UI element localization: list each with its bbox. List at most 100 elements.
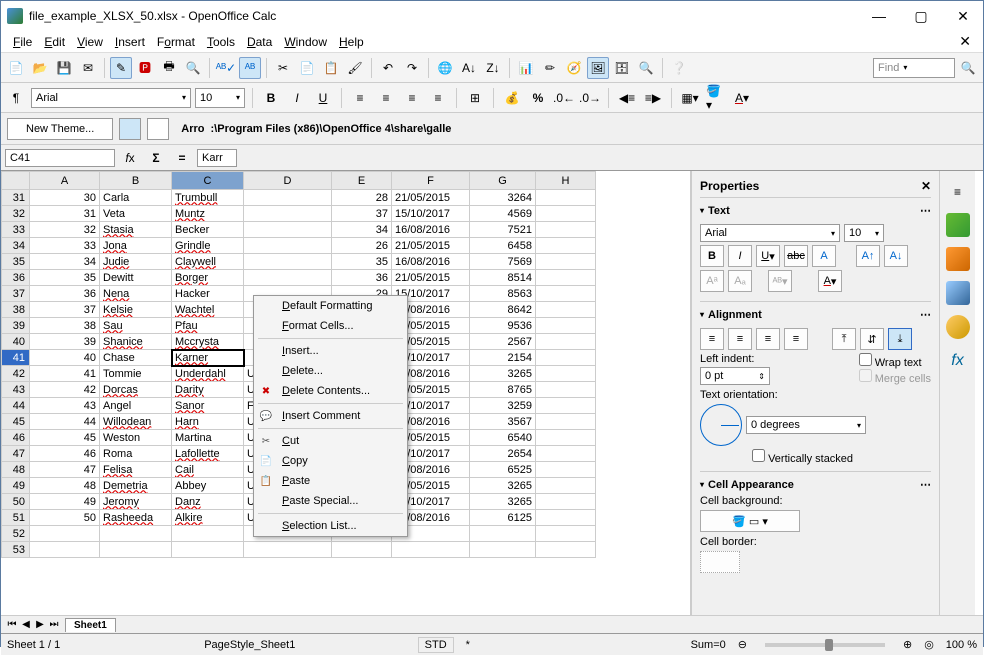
close-doc-icon[interactable]: ✕ xyxy=(953,33,977,50)
cell-G41[interactable]: 2154 xyxy=(470,350,536,366)
borders-button[interactable]: ▦▾ xyxy=(679,87,701,109)
cm-insert-comment[interactable]: 💬Insert Comment xyxy=(254,406,407,426)
gallery-tab-icon[interactable] xyxy=(946,281,970,305)
row-header-53[interactable]: 53 xyxy=(2,542,30,558)
cell-H37[interactable] xyxy=(536,286,596,302)
cell-D34[interactable] xyxy=(244,238,332,254)
menu-insert[interactable]: Insert xyxy=(109,33,151,51)
cell-C44[interactable]: Sanor xyxy=(172,398,244,414)
cell-B31[interactable]: Carla xyxy=(100,190,172,206)
prop-highlight-button[interactable]: ᴬᴮ▾ xyxy=(768,270,792,292)
zoom-in-icon[interactable]: ⊕ xyxy=(903,638,912,651)
cell-G38[interactable]: 8642 xyxy=(470,302,536,318)
cell-C47[interactable]: Lafollette xyxy=(172,446,244,462)
add-decimal-button[interactable]: .0← xyxy=(553,87,575,109)
col-header-A[interactable]: A xyxy=(30,172,100,190)
row-header-38[interactable]: 38 xyxy=(2,302,30,318)
cell-A37[interactable]: 36 xyxy=(30,286,100,302)
align-justify-button[interactable]: ≡ xyxy=(427,87,449,109)
cell-F33[interactable]: 16/08/2016 xyxy=(392,222,470,238)
degrees-combo[interactable]: 0 degrees▾ xyxy=(746,416,866,434)
align-left-button[interactable]: ≡ xyxy=(349,87,371,109)
cm-selection-list-[interactable]: Selection List... xyxy=(254,516,407,536)
cell-A38[interactable]: 37 xyxy=(30,302,100,318)
cell-G52[interactable] xyxy=(470,526,536,542)
properties-tab-icon[interactable] xyxy=(946,213,970,237)
cell-A42[interactable]: 41 xyxy=(30,366,100,382)
tab-next-icon[interactable]: ▶ xyxy=(33,619,47,630)
name-box[interactable] xyxy=(5,149,115,167)
cell-G31[interactable]: 3264 xyxy=(470,190,536,206)
sidebar-menu-icon[interactable]: ≡ xyxy=(947,181,969,203)
merge-cells-checkbox[interactable]: Merge cells xyxy=(859,369,931,385)
cell-F32[interactable]: 15/10/2017 xyxy=(392,206,470,222)
menu-file[interactable]: File xyxy=(7,33,38,51)
cell-C31[interactable]: Trumbull xyxy=(172,190,244,206)
prop-align-justify[interactable]: ≡ xyxy=(784,328,808,350)
cell-A31[interactable]: 30 xyxy=(30,190,100,206)
row-header-35[interactable]: 35 xyxy=(2,254,30,270)
cell-H35[interactable] xyxy=(536,254,596,270)
sum-display[interactable]: Sum=0 xyxy=(691,639,726,651)
col-header-E[interactable]: E xyxy=(332,172,392,190)
row-header-33[interactable]: 33 xyxy=(2,222,30,238)
cell-H38[interactable] xyxy=(536,302,596,318)
cell-D53[interactable] xyxy=(244,542,332,558)
font-size-combo[interactable]: 10▾ xyxy=(195,88,245,108)
formula-input[interactable] xyxy=(197,149,237,167)
cm-format-cells-[interactable]: Format Cells... xyxy=(254,316,407,336)
pdf-button[interactable]: 🅿 xyxy=(134,57,156,79)
cell-C32[interactable]: Muntz xyxy=(172,206,244,222)
cell-A44[interactable]: 43 xyxy=(30,398,100,414)
cell-H48[interactable] xyxy=(536,462,596,478)
row-header-51[interactable]: 51 xyxy=(2,510,30,526)
cell-G44[interactable]: 3259 xyxy=(470,398,536,414)
find-next-button[interactable]: 🔍 xyxy=(957,57,979,79)
cell-E35[interactable]: 35 xyxy=(332,254,392,270)
cell-H53[interactable] xyxy=(536,542,596,558)
cell-bg-picker[interactable]: 🪣 ▭ ▾ xyxy=(700,510,800,532)
copy-button[interactable]: 📄 xyxy=(296,57,318,79)
cell-B39[interactable]: Sau xyxy=(100,318,172,334)
prop-sub-button[interactable]: Aₐ xyxy=(728,270,752,292)
cell-G47[interactable]: 2654 xyxy=(470,446,536,462)
cell-B37[interactable]: Nena xyxy=(100,286,172,302)
gallery-button[interactable]: 🖼 xyxy=(587,57,609,79)
cell-C41[interactable]: Karner xyxy=(172,350,244,366)
cell-B47[interactable]: Roma xyxy=(100,446,172,462)
cell-F53[interactable] xyxy=(392,542,470,558)
col-header-C[interactable]: C xyxy=(172,172,244,190)
function-button[interactable]: = xyxy=(171,147,193,169)
cell-F34[interactable]: 21/05/2015 xyxy=(392,238,470,254)
cell-B49[interactable]: Demetria xyxy=(100,478,172,494)
cell-C53[interactable] xyxy=(172,542,244,558)
cell-D33[interactable] xyxy=(244,222,332,238)
row-header-40[interactable]: 40 xyxy=(2,334,30,350)
row-header-41[interactable]: 41 xyxy=(2,350,30,366)
cell-H32[interactable] xyxy=(536,206,596,222)
left-indent-input[interactable]: 0 pt⇕ xyxy=(700,367,770,385)
prop-fontcolor-button[interactable]: A▾ xyxy=(818,270,842,292)
cell-C43[interactable]: Darity xyxy=(172,382,244,398)
cell-B32[interactable]: Veta xyxy=(100,206,172,222)
cell-G46[interactable]: 6540 xyxy=(470,430,536,446)
row-header-32[interactable]: 32 xyxy=(2,206,30,222)
italic-button[interactable]: I xyxy=(286,87,308,109)
cell-B52[interactable] xyxy=(100,526,172,542)
row-header-43[interactable]: 43 xyxy=(2,382,30,398)
zoom-fit-icon[interactable]: ◎ xyxy=(924,638,934,651)
cell-A40[interactable]: 39 xyxy=(30,334,100,350)
cell-B50[interactable]: Jeromy xyxy=(100,494,172,510)
cell-C52[interactable] xyxy=(172,526,244,542)
currency-button[interactable]: 💰 xyxy=(501,87,523,109)
col-header-F[interactable]: F xyxy=(392,172,470,190)
cell-H43[interactable] xyxy=(536,382,596,398)
prop-italic-button[interactable]: I xyxy=(728,245,752,267)
sort-desc-button[interactable]: Z↓ xyxy=(482,57,504,79)
bgcolor-button[interactable]: 🪣▾ xyxy=(705,87,727,109)
chart-button[interactable]: 📊 xyxy=(515,57,537,79)
cell-C51[interactable]: Alkire xyxy=(172,510,244,526)
align-center-button[interactable]: ≡ xyxy=(375,87,397,109)
cell-B41[interactable]: Chase xyxy=(100,350,172,366)
cell-C34[interactable]: Grindle xyxy=(172,238,244,254)
